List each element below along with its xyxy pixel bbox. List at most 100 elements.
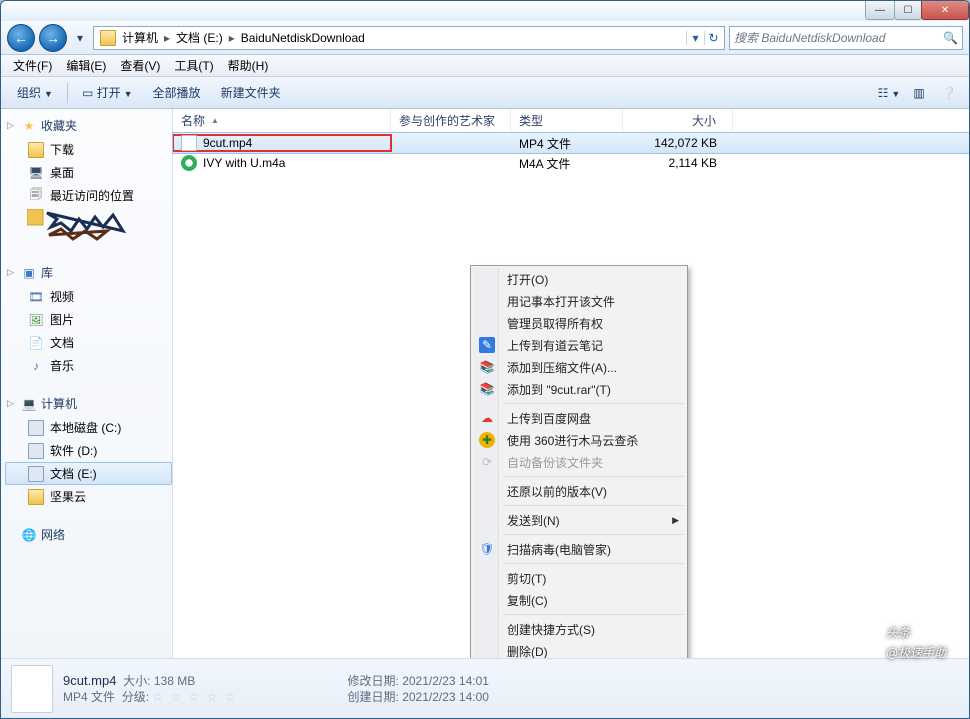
history-dropdown[interactable]: ▾ — [71, 24, 89, 52]
window-controls: — ☐ ✕ — [866, 0, 969, 20]
ctx-admin-own[interactable]: 管理员取得所有权 — [473, 312, 685, 334]
breadcrumb[interactable]: 文档 (E:) — [174, 29, 225, 46]
file-name-cell: 9cut.mp4 — [173, 135, 391, 151]
sidebar-item-recent[interactable]: 🗐最近访问的位置 — [5, 184, 172, 207]
search-placeholder: 搜索 BaiduNetdiskDownload — [734, 29, 885, 46]
file-large-icon — [11, 665, 53, 713]
file-type-cell: M4A 文件 — [511, 155, 623, 172]
ctx-restore-version[interactable]: 还原以前的版本(V) — [473, 480, 685, 502]
ctx-copy[interactable]: 复制(C) — [473, 589, 685, 611]
details-pane: 9cut.mp4 大小: 138 MB MP4 文件 分级: ☆ ☆ ☆ ☆ ☆… — [1, 658, 969, 718]
ctx-add-rar-named[interactable]: 📚添加到 "9cut.rar"(T) — [473, 378, 685, 400]
libraries-header[interactable]: ▷▣库 — [5, 262, 172, 285]
chevron-right-icon: ▸ — [225, 31, 239, 45]
ctx-open-notepad[interactable]: 用记事本打开该文件 — [473, 290, 685, 312]
ctx-send-to[interactable]: 发送到(N)▶ — [473, 509, 685, 531]
maximize-button[interactable]: ☐ — [894, 0, 922, 20]
navigation-bar: ← → ▾ 计算机 ▸ 文档 (E:) ▸ BaiduNetdiskDownlo… — [1, 21, 969, 55]
file-type-cell: MP4 文件 — [511, 135, 623, 152]
column-type[interactable]: 类型 — [511, 109, 623, 132]
sidebar-item-drive-c[interactable]: 本地磁盘 (C:) — [5, 416, 172, 439]
context-menu: 打开(O) 用记事本打开该文件 管理员取得所有权 ✎上传到有道云笔记 📚添加到压… — [470, 265, 688, 716]
ctx-baidu-upload[interactable]: ☁上传到百度网盘 — [473, 407, 685, 429]
file-row[interactable]: IVY with U.m4a M4A 文件 2,114 KB — [173, 153, 969, 173]
file-row[interactable]: 9cut.mp4 MP4 文件 142,072 KB — [173, 133, 969, 153]
ctx-open[interactable]: 打开(O) — [473, 268, 685, 290]
help-button[interactable]: ❔ — [937, 86, 961, 100]
column-artist[interactable]: 参与创作的艺术家 — [391, 109, 511, 132]
sidebar-item-nutstore[interactable]: 坚果云 — [5, 485, 172, 508]
ctx-cut[interactable]: 剪切(T) — [473, 567, 685, 589]
ctx-auto-backup: ⟳自动备份该文件夹 — [473, 451, 685, 473]
breadcrumb[interactable]: 计算机 — [120, 29, 160, 46]
explorer-window: — ☐ ✕ ← → ▾ 计算机 ▸ 文档 (E:) ▸ BaiduNetdisk… — [0, 0, 970, 719]
address-bar[interactable]: 计算机 ▸ 文档 (E:) ▸ BaiduNetdiskDownload ▾ ↻ — [93, 26, 725, 50]
organize-button[interactable]: 组织▼ — [9, 80, 61, 105]
sidebar-item-drive-d[interactable]: 软件 (D:) — [5, 439, 172, 462]
sidebar-item-videos[interactable]: 🎞视频 — [5, 285, 172, 308]
sidebar-item-pictures[interactable]: 🖼图片 — [5, 308, 172, 331]
open-button[interactable]: ▭ 打开▼ — [74, 80, 141, 105]
close-button[interactable]: ✕ — [921, 0, 969, 20]
computer-header[interactable]: ▷💻计算机 — [5, 393, 172, 416]
menu-file[interactable]: 文件(F) — [7, 55, 58, 76]
address-dropdown[interactable]: ▾ — [686, 31, 704, 45]
winrar-icon: 📚 — [479, 381, 495, 397]
forward-button[interactable]: → — [39, 24, 67, 52]
details-filename: 9cut.mp4 — [63, 673, 116, 688]
sidebar-item-downloads[interactable]: 下载 — [5, 138, 172, 161]
winrar-icon: 📚 — [479, 359, 495, 375]
details-info: 9cut.mp4 大小: 138 MB MP4 文件 分级: ☆ ☆ ☆ ☆ ☆ — [63, 673, 238, 705]
details-dates: 修改日期: 2021/2/23 14:01 创建日期: 2021/2/23 14… — [348, 673, 489, 705]
preview-pane-button[interactable]: ▥ — [907, 86, 931, 100]
titlebar: — ☐ ✕ — [1, 1, 969, 21]
baidu-icon: ☁ — [479, 410, 495, 426]
column-headers: 名称▲ 参与创作的艺术家 类型 大小 — [173, 109, 969, 133]
menu-edit[interactable]: 编辑(E) — [60, 55, 112, 76]
toolbar: 组织▼ ▭ 打开▼ 全部播放 新建文件夹 ☷▼ ▥ ❔ — [1, 77, 969, 109]
sidebar-item-documents[interactable]: 📄文档 — [5, 331, 172, 354]
chevron-right-icon: ▶ — [672, 515, 679, 526]
refresh-button[interactable]: ↻ — [704, 31, 722, 45]
sidebar-thumbnail — [5, 207, 172, 246]
shield-icon: 🛡 — [479, 541, 495, 557]
ctx-virus-scan[interactable]: 🛡扫描病毒(电脑管家) — [473, 538, 685, 560]
network-header[interactable]: 🌐网络 — [5, 524, 172, 547]
favorites-header[interactable]: ▷★收藏夹 — [5, 115, 172, 138]
view-mode-button[interactable]: ☷▼ — [877, 86, 901, 100]
ctx-create-shortcut[interactable]: 创建快捷方式(S) — [473, 618, 685, 640]
file-icon — [181, 155, 197, 171]
minimize-button[interactable]: — — [865, 0, 895, 20]
menu-help[interactable]: 帮助(H) — [222, 55, 275, 76]
ctx-youdao-upload[interactable]: ✎上传到有道云笔记 — [473, 334, 685, 356]
folder-icon — [100, 30, 116, 46]
new-folder-button[interactable]: 新建文件夹 — [213, 80, 289, 105]
chevron-right-icon: ▸ — [160, 31, 174, 45]
360-icon: ✚ — [479, 432, 495, 448]
back-button[interactable]: ← — [7, 24, 35, 52]
file-list-area: 名称▲ 参与创作的艺术家 类型 大小 9cut.mp4 MP4 文件 142,0… — [173, 109, 969, 658]
search-icon: 🔍 — [943, 31, 958, 45]
column-name[interactable]: 名称▲ — [173, 109, 391, 132]
sync-icon: ⟳ — [479, 454, 495, 470]
youdao-icon: ✎ — [479, 337, 495, 353]
ctx-add-rar[interactable]: 📚添加到压缩文件(A)... — [473, 356, 685, 378]
play-all-button[interactable]: 全部播放 — [145, 80, 209, 105]
rating-stars[interactable]: ☆ ☆ ☆ ☆ ☆ — [152, 690, 237, 704]
column-size[interactable]: 大小 — [623, 109, 733, 132]
file-icon — [181, 135, 197, 151]
file-size-cell: 2,114 KB — [623, 156, 733, 170]
menu-bar: 文件(F) 编辑(E) 查看(V) 工具(T) 帮助(H) — [1, 55, 969, 77]
file-name-cell: IVY with U.m4a — [173, 155, 391, 171]
file-size-cell: 142,072 KB — [623, 136, 733, 150]
search-input[interactable]: 搜索 BaiduNetdiskDownload 🔍 — [729, 26, 963, 50]
body: ▷★收藏夹 下载 🖥桌面 🗐最近访问的位置 ▷▣库 🎞视频 🖼图片 📄文档 ♪音… — [1, 109, 969, 658]
sidebar-item-music[interactable]: ♪音乐 — [5, 354, 172, 377]
breadcrumb[interactable]: BaiduNetdiskDownload — [239, 31, 367, 45]
menu-tools[interactable]: 工具(T) — [168, 55, 219, 76]
ctx-360-scan[interactable]: ✚使用 360进行木马云查杀 — [473, 429, 685, 451]
sidebar-item-drive-e[interactable]: 文档 (E:) — [5, 462, 172, 485]
sidebar-item-desktop[interactable]: 🖥桌面 — [5, 161, 172, 184]
navigation-tree: ▷★收藏夹 下载 🖥桌面 🗐最近访问的位置 ▷▣库 🎞视频 🖼图片 📄文档 ♪音… — [1, 109, 173, 658]
menu-view[interactable]: 查看(V) — [114, 55, 166, 76]
